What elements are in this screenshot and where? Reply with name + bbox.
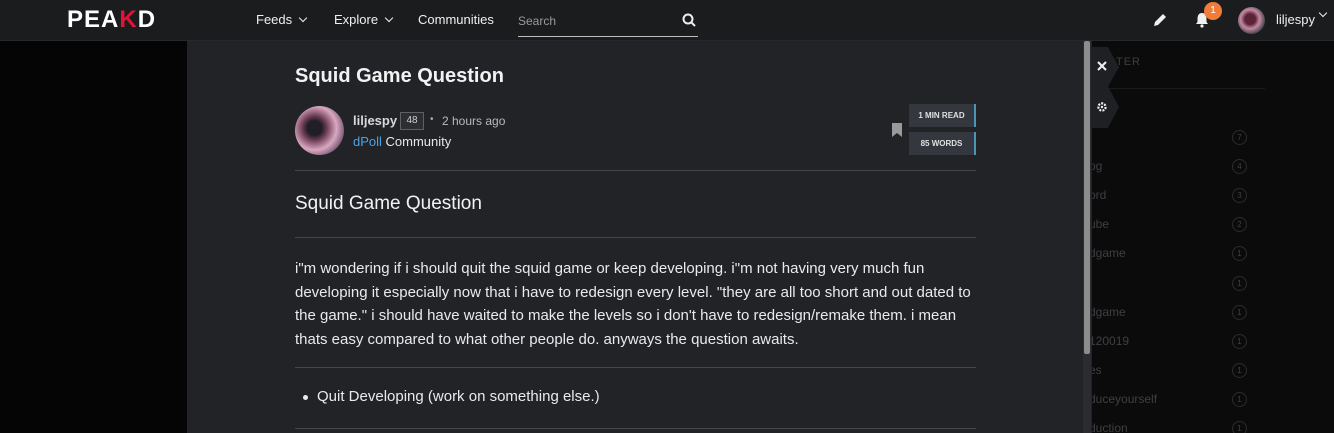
tag-count: 1 xyxy=(1232,392,1247,407)
tag-label: dgame xyxy=(1089,246,1126,260)
divider xyxy=(295,367,976,368)
tag-row[interactable]: dgame 1 xyxy=(1089,305,1249,323)
list-item-text: Quit Developing (work on something else.… xyxy=(317,388,600,405)
tag-row[interactable]: 1 xyxy=(1089,276,1249,294)
right-panel-title: TER xyxy=(1116,56,1141,68)
scrollbar-thumb[interactable] xyxy=(1084,41,1090,354)
search-icon[interactable] xyxy=(682,13,696,27)
community-label: dPoll Community xyxy=(353,134,451,149)
tag-row[interactable]: ord 3 xyxy=(1089,188,1249,206)
nav-communities-label: Communities xyxy=(418,12,494,27)
author-avatar[interactable] xyxy=(295,106,344,155)
tag-row[interactable]: og 4 xyxy=(1089,159,1249,177)
tag-count: 3 xyxy=(1232,188,1247,203)
tag-count: 1 xyxy=(1232,246,1247,261)
nav-explore-label: Explore xyxy=(334,12,379,27)
read-time-badge: 1 MIN READ xyxy=(909,104,976,127)
divider xyxy=(295,428,976,429)
nav-explore[interactable]: Explore xyxy=(334,12,394,27)
post-title: Squid Game Question xyxy=(295,65,504,87)
post-body: i"m wondering if i should quit the squid… xyxy=(295,260,971,348)
divider xyxy=(295,237,976,238)
tag-count: 7 xyxy=(1232,130,1247,145)
tag-row[interactable]: dgame 1 xyxy=(1089,246,1249,264)
gear-icon xyxy=(1097,102,1107,112)
chevron-down-icon xyxy=(298,13,308,22)
tag-label: ube xyxy=(1089,217,1110,231)
tag-row[interactable]: 7 xyxy=(1089,130,1249,148)
peakd-logo[interactable]: PEAKD xyxy=(67,8,156,32)
chevron-down-icon xyxy=(384,13,394,22)
tag-row[interactable]: duction 1 xyxy=(1089,421,1249,433)
tag-count: 1 xyxy=(1232,421,1247,433)
pencil-icon[interactable] xyxy=(1151,11,1169,29)
tag-row[interactable]: es 1 xyxy=(1089,363,1249,381)
close-icon xyxy=(1097,61,1107,71)
tag-count: 2 xyxy=(1232,217,1247,232)
chevron-down-icon[interactable] xyxy=(1318,8,1328,18)
tag-count: 1 xyxy=(1232,334,1247,349)
nav-feeds-label: Feeds xyxy=(256,12,293,27)
tag-count: 4 xyxy=(1232,159,1247,174)
tag-row[interactable]: ube 2 xyxy=(1089,217,1249,235)
tag-label: 120019 xyxy=(1089,334,1130,348)
tag-row[interactable]: 120019 1 xyxy=(1089,334,1249,352)
username[interactable]: liljespy xyxy=(1276,12,1315,27)
top-bar: PEAKD Feeds Explore Communities 1 liljes… xyxy=(0,0,1334,41)
word-count-badge: 85 WORDS xyxy=(909,132,976,155)
user-avatar[interactable] xyxy=(1238,7,1265,34)
nav-feeds[interactable]: Feeds xyxy=(256,12,308,27)
tag-label: duction xyxy=(1089,421,1128,433)
divider xyxy=(1100,88,1265,89)
community-link[interactable]: dPoll xyxy=(353,134,382,149)
tag-count: 1 xyxy=(1232,305,1247,320)
list-item: Quit Developing (work on something else.… xyxy=(303,388,600,405)
notification-badge[interactable]: 1 xyxy=(1204,2,1222,20)
tag-label: dgame xyxy=(1089,305,1126,319)
post-time[interactable]: 2 hours ago xyxy=(442,114,505,128)
search-box xyxy=(518,6,698,37)
tag-count: 1 xyxy=(1232,276,1247,291)
community-suffix: Community xyxy=(381,134,452,149)
divider xyxy=(295,170,976,171)
reputation-badge: 48 xyxy=(400,112,424,130)
author-name[interactable]: liljespy xyxy=(353,113,397,128)
tag-count: 1 xyxy=(1232,363,1247,378)
separator-dot: • xyxy=(430,114,434,125)
modal-scrollbar[interactable] xyxy=(1083,41,1091,433)
bookmark-icon[interactable] xyxy=(892,123,902,137)
post-heading: Squid Game Question xyxy=(295,193,482,214)
tag-row[interactable]: duceyourself 1 xyxy=(1089,392,1249,410)
tag-label: duceyourself xyxy=(1089,392,1158,406)
search-input[interactable] xyxy=(518,12,668,30)
nav-communities[interactable]: Communities xyxy=(418,12,494,27)
